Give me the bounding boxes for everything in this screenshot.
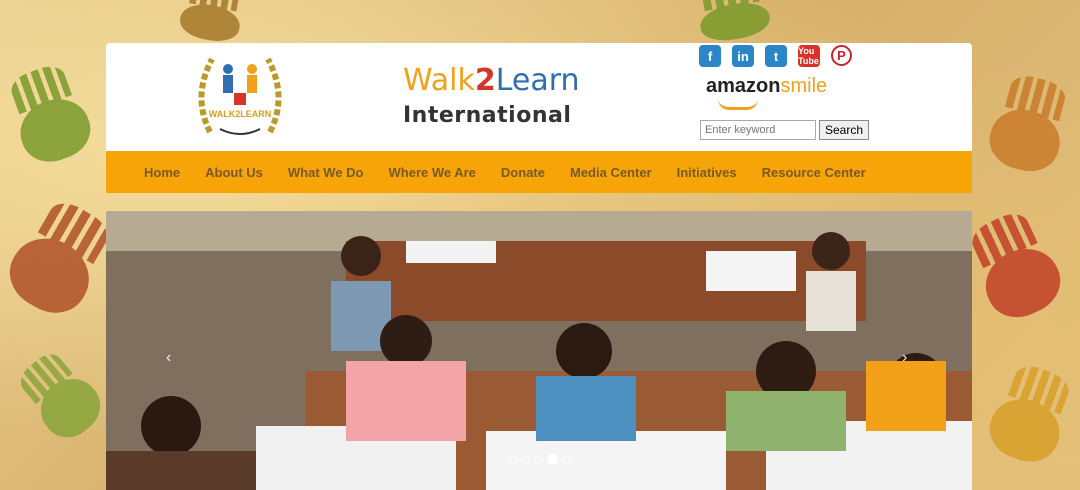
- youtube-icon[interactable]: You Tube: [798, 45, 820, 67]
- nav-item-about-us[interactable]: About Us: [205, 165, 263, 180]
- nav-item-initiatives[interactable]: Initiatives: [677, 165, 737, 180]
- brand-name-walk: Walk: [403, 63, 475, 98]
- main-nav: Home About Us What We Do Where We Are Do…: [106, 151, 972, 193]
- twitter-icon[interactable]: t: [765, 45, 787, 67]
- logo-text: WALK2LEARN: [209, 109, 272, 119]
- social-links: f in t You Tube P: [699, 45, 852, 67]
- nav-item-home[interactable]: Home: [144, 165, 180, 180]
- site-header: WALK2LEARN Walk2Learn International f in…: [106, 43, 972, 151]
- walk2learn-logo[interactable]: WALK2LEARN: [190, 47, 290, 143]
- slider-prev-icon[interactable]: ‹: [166, 349, 171, 367]
- brand-title[interactable]: Walk2Learn International: [403, 63, 580, 129]
- brand-name-learn: Learn: [495, 63, 580, 98]
- slider-pagination: [508, 454, 571, 465]
- brand-subtitle: International: [403, 103, 572, 128]
- slide-image-children-writing: [106, 211, 972, 490]
- slider-dot[interactable]: [534, 455, 543, 464]
- facebook-icon[interactable]: f: [699, 45, 721, 67]
- nav-item-resource-center[interactable]: Resource Center: [762, 165, 866, 180]
- nav-item-where-we-are[interactable]: Where We Are: [389, 165, 476, 180]
- slider-dot[interactable]: [508, 455, 517, 464]
- search-form: Search: [700, 120, 870, 140]
- linkedin-icon[interactable]: in: [732, 45, 754, 67]
- pinterest-icon[interactable]: P: [831, 45, 852, 66]
- slider-dot[interactable]: [562, 455, 571, 464]
- nav-item-donate[interactable]: Donate: [501, 165, 545, 180]
- nav-item-media-center[interactable]: Media Center: [570, 165, 652, 180]
- brand-name-two: 2: [474, 63, 496, 98]
- search-button[interactable]: Search: [819, 120, 870, 140]
- amazon-smile-link[interactable]: amazonsmile: [706, 75, 827, 98]
- slider-dot[interactable]: [521, 455, 530, 464]
- amazon-wordmark: amazon: [706, 75, 781, 97]
- hero-slider[interactable]: ‹ ›: [106, 211, 972, 490]
- slider-next-icon[interactable]: ›: [902, 349, 907, 367]
- search-input[interactable]: [700, 120, 816, 140]
- slider-dot-active[interactable]: [547, 454, 558, 465]
- amazon-smile-arrow-icon: [718, 99, 758, 110]
- smile-wordmark: smile: [780, 75, 828, 97]
- nav-item-what-we-do[interactable]: What We Do: [288, 165, 364, 180]
